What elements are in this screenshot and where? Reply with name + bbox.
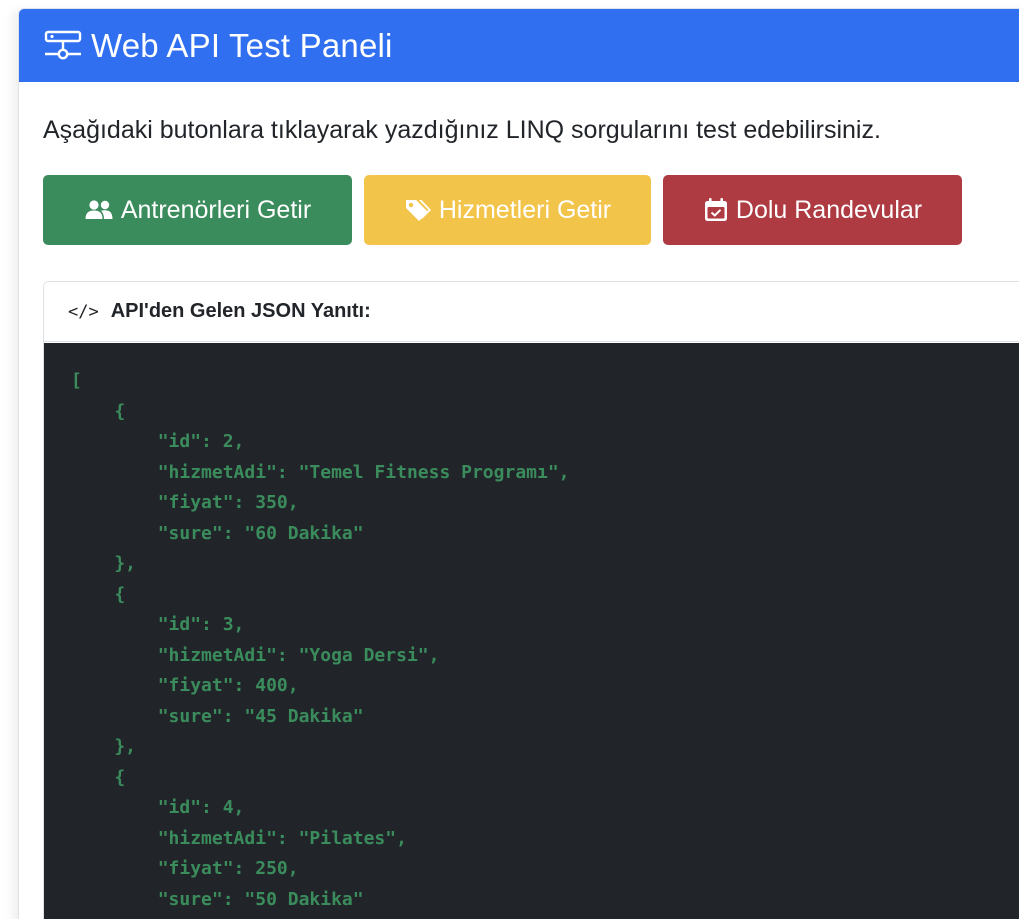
json-output-area: [ { "id": 2, "hizmetAdi": "Temel Fitness…: [44, 343, 1019, 919]
page: Web API Test Paneli Aşağıdaki butonlara …: [0, 0, 1019, 919]
json-output: [ { "id": 2, "hizmetAdi": "Temel Fitness…: [71, 370, 570, 910]
booked-appointments-button[interactable]: Dolu Randevular: [663, 175, 962, 245]
json-response-header: </> API'den Gelen JSON Yanıtı:: [44, 282, 1019, 342]
api-test-panel-card: Web API Test Paneli Aşağıdaki butonlara …: [18, 8, 1019, 919]
get-trainers-label: Antrenörleri Getir: [120, 195, 312, 224]
intro-text: Aşağıdaki butonlara tıklayarak yazdığını…: [43, 116, 881, 144]
get-services-label: Hizmetleri Getir: [438, 195, 612, 224]
calendar-check-icon: [703, 197, 729, 223]
panel-header: Web API Test Paneli: [19, 9, 1019, 82]
code-icon: </>: [68, 301, 99, 322]
get-services-button[interactable]: Hizmetleri Getir: [364, 175, 651, 245]
booked-appointments-label: Dolu Randevular: [735, 195, 923, 224]
network-icon: [43, 28, 83, 64]
page-title: Web API Test Paneli: [91, 26, 393, 64]
json-response-card: </> API'den Gelen JSON Yanıtı: [ { "id":…: [43, 281, 1019, 919]
get-trainers-button[interactable]: Antrenörleri Getir: [43, 175, 352, 245]
json-response-title: API'den Gelen JSON Yanıtı:: [110, 300, 371, 322]
tag-icon: [404, 197, 432, 223]
users-icon: [84, 199, 114, 221]
